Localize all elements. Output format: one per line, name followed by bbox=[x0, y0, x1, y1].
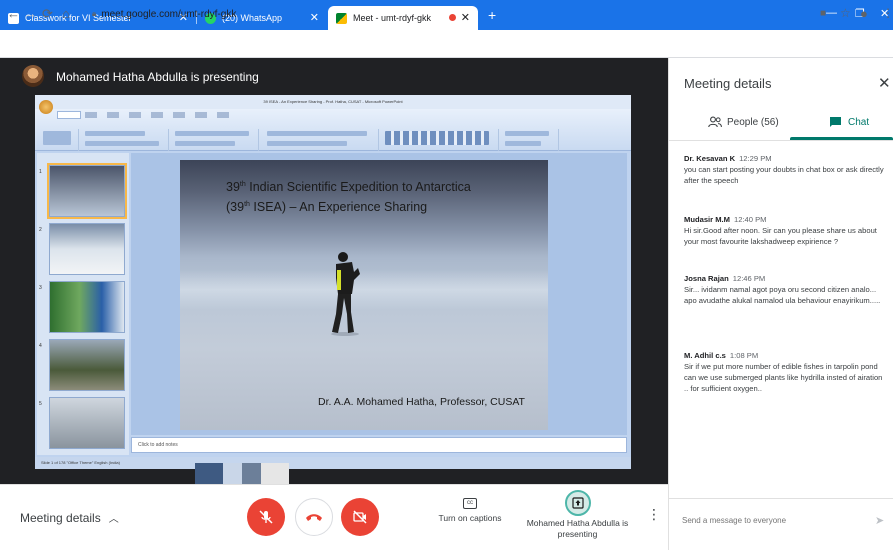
chat-message: Dr. Kesavan K 12:29 PM you can start post… bbox=[684, 153, 888, 186]
captions-button[interactable]: cc Turn on captions bbox=[430, 498, 510, 523]
ribbon-button bbox=[175, 141, 235, 146]
ribbon-button bbox=[505, 131, 549, 136]
close-panel-icon[interactable]: ✕ bbox=[878, 74, 891, 92]
profile-avatar-icon[interactable]: ● bbox=[860, 6, 868, 21]
present-icon-wrap bbox=[564, 490, 591, 516]
panel-divider bbox=[668, 140, 893, 141]
slide-thumbnail bbox=[49, 281, 125, 333]
home-icon[interactable]: ⌂ bbox=[62, 6, 70, 21]
ribbon-button bbox=[85, 131, 145, 136]
url-text: meet.google.com/umt-rdyf-gkk bbox=[101, 8, 237, 20]
chat-icon bbox=[830, 117, 841, 127]
message-time: 1:08 PM bbox=[729, 351, 759, 360]
browser-menu-icon[interactable]: ⋮ bbox=[882, 6, 893, 20]
ppt-window-title: 39 ISEA - An Experience Sharing - Prof. … bbox=[35, 95, 631, 109]
avatar bbox=[22, 65, 44, 87]
message-sender: Josna Rajan bbox=[684, 274, 729, 283]
ppt-status-bar: Slide 1 of 178 "Office Theme" English (I… bbox=[35, 457, 631, 469]
presenting-label: Mohamed Hatha Abdulla is presenting bbox=[526, 518, 629, 539]
present-now-button[interactable]: Mohamed Hatha Abdulla is presenting bbox=[525, 490, 630, 540]
captions-icon: cc bbox=[463, 498, 477, 509]
message-time: 12:40 PM bbox=[734, 215, 767, 224]
bookmark-star-icon[interactable]: ☆ bbox=[840, 6, 851, 20]
slide-title-line1: 39th Indian Scientific Expedition to Ant… bbox=[226, 180, 471, 194]
hang-up-icon bbox=[306, 514, 322, 521]
chevron-up-icon: ︿ bbox=[108, 514, 119, 525]
message-text: Hi sir.Good after noon. Sir can you plea… bbox=[684, 226, 877, 246]
chat-input-divider bbox=[668, 498, 893, 499]
more-options-icon[interactable]: ⋮ bbox=[647, 506, 661, 523]
send-icon[interactable]: ➤ bbox=[875, 514, 884, 527]
people-label: People (56) bbox=[727, 116, 779, 128]
chat-message: Josna Rajan 12:46 PM Sir... ividanm namal… bbox=[684, 273, 888, 306]
captions-label: Turn on captions bbox=[438, 513, 502, 523]
slide-thumbnail bbox=[49, 397, 125, 449]
reload-icon[interactable]: ⟳ bbox=[42, 6, 53, 22]
ribbon-button bbox=[267, 131, 367, 136]
leave-call-button[interactable] bbox=[295, 498, 333, 536]
browser-toolbar bbox=[0, 30, 893, 58]
shapes-gallery-icon bbox=[385, 131, 489, 145]
slide-thumbnail bbox=[49, 223, 125, 275]
message-time: 12:46 PM bbox=[732, 274, 766, 283]
slide-thumbnail bbox=[47, 163, 127, 219]
ribbon-tab-home bbox=[57, 111, 81, 119]
ppt-notes: Click to add notes bbox=[131, 437, 627, 453]
office-button-icon bbox=[39, 100, 53, 114]
chat-label: Chat bbox=[848, 116, 870, 128]
camera-permission-icon[interactable]: ■ bbox=[820, 8, 826, 19]
ribbon-button bbox=[505, 141, 541, 146]
message-sender: Dr. Kesavan K bbox=[684, 154, 736, 163]
meeting-details-button[interactable]: Meeting details ︿ bbox=[20, 510, 119, 526]
ribbon-button bbox=[85, 141, 159, 146]
presenter-title: Mohamed Hatha Abdulla is presenting bbox=[56, 70, 259, 84]
message-text: Sir if we put more number of edible fish… bbox=[684, 362, 883, 393]
thumb-number: 2 bbox=[39, 227, 42, 233]
paste-icon bbox=[43, 131, 71, 145]
camera-off-icon bbox=[353, 510, 367, 524]
thumb-number: 5 bbox=[39, 401, 42, 407]
people-icon bbox=[708, 116, 722, 128]
minimize-icon[interactable]: — bbox=[826, 7, 837, 19]
message-text: Sir... ividanm namal agot poya oru secon… bbox=[684, 285, 881, 305]
message-sender: M. Adhil c.s bbox=[684, 351, 726, 360]
message-time: 12:29 PM bbox=[739, 154, 772, 163]
meeting-details-label: Meeting details bbox=[20, 510, 101, 525]
ribbon-tabs bbox=[85, 112, 235, 118]
ppt-slide-thumbnails: 1 2 3 4 5 bbox=[37, 153, 129, 455]
tab-people[interactable]: People (56) bbox=[708, 116, 779, 128]
horizon-band bbox=[180, 270, 548, 310]
forward-arrow-icon[interactable]: → bbox=[24, 6, 37, 21]
slide-title-line2: (39th ISEA) – An Experience Sharing bbox=[226, 200, 428, 214]
chat-message-input[interactable] bbox=[682, 516, 862, 525]
person-on-ice-image bbox=[331, 252, 360, 336]
mic-off-icon bbox=[259, 510, 273, 524]
message-text: you can start posting your doubts in cha… bbox=[684, 165, 884, 185]
microphone-toggle-button[interactable] bbox=[247, 498, 285, 536]
ppt-ribbon bbox=[35, 100, 631, 151]
thumb-number: 4 bbox=[39, 343, 42, 349]
tab-chat[interactable]: Chat bbox=[829, 116, 869, 128]
thumb-number: 1 bbox=[39, 169, 42, 175]
chat-message: Mudasir M.M 12:40 PM Hi sir.Good after no… bbox=[684, 214, 888, 247]
chat-message: M. Adhil c.s 1:08 PM Sir if we put more n… bbox=[684, 350, 888, 394]
thumb-number: 3 bbox=[39, 285, 42, 291]
panel-title: Meeting details bbox=[684, 76, 772, 91]
ribbon-button bbox=[267, 141, 347, 146]
participant-filmstrip bbox=[195, 463, 289, 485]
lock-icon: 🔒︎ bbox=[92, 9, 97, 18]
slide-credit: Dr. A.A. Mohamed Hatha, Professor, CUSAT bbox=[318, 396, 525, 408]
present-screen-icon bbox=[571, 497, 584, 509]
ribbon-button bbox=[175, 131, 249, 136]
address-bar[interactable]: 🔒︎ meet.google.com/umt-rdyf-gkk bbox=[92, 4, 812, 24]
slide-thumbnail bbox=[49, 339, 125, 391]
back-arrow-icon[interactable]: ← bbox=[7, 6, 20, 21]
message-sender: Mudasir M.M bbox=[684, 215, 730, 224]
camera-toggle-button[interactable] bbox=[341, 498, 379, 536]
